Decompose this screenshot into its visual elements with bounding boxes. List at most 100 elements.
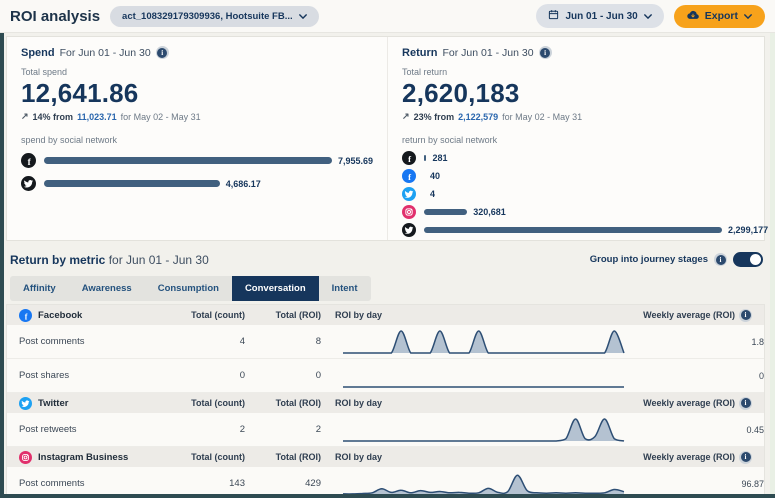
column-header-total-count: Total (count) bbox=[179, 310, 245, 320]
facebook-dark-bar-row: f7,955.69 bbox=[21, 149, 373, 172]
chevron-down-icon bbox=[299, 11, 307, 22]
bar bbox=[424, 155, 426, 161]
tab-consumption[interactable]: Consumption bbox=[145, 276, 232, 301]
table-row: Post shares000 bbox=[7, 359, 764, 393]
info-icon[interactable]: i bbox=[739, 309, 752, 322]
metric-name: Post shares bbox=[19, 370, 179, 381]
metric-name: Post comments bbox=[19, 336, 179, 347]
network-name: fFacebook bbox=[19, 309, 179, 322]
twitter-icon bbox=[19, 397, 32, 410]
info-icon[interactable]: i bbox=[539, 46, 552, 59]
export-label: Export bbox=[705, 10, 738, 22]
twitter-bar-row: 4 bbox=[402, 185, 768, 203]
roi-by-day-sparkline bbox=[341, 415, 626, 445]
weekly-average-value: 0 bbox=[626, 371, 764, 381]
journey-stages-label: Group into journey stages bbox=[590, 254, 708, 265]
return-trend: ↗ 23% from 2,122,579 for May 02 - May 31 bbox=[402, 111, 768, 122]
twitter-dark-bar-row: 2,299,177 bbox=[402, 221, 768, 239]
facebook-dark-icon: f bbox=[402, 151, 416, 165]
account-selector-dropdown[interactable]: act_108329179309936, Hootsuite FB... bbox=[110, 6, 319, 27]
bar-value: 320,681 bbox=[473, 207, 506, 217]
twitter-dark-icon bbox=[402, 223, 416, 237]
spend-return-card: Spend For Jun 01 - Jun 30 i Total spend … bbox=[6, 36, 765, 241]
table-row: Post comments481.8 bbox=[7, 325, 764, 359]
spend-trend: ↗ 14% from 11,023.71 for May 02 - May 31 bbox=[21, 111, 373, 122]
page-title: ROI analysis bbox=[10, 8, 100, 25]
bar-value: 2,299,177 bbox=[728, 225, 768, 235]
column-header-total-roi: Total (ROI) bbox=[245, 398, 321, 408]
return-by-metric-title-bold: Return by metric bbox=[10, 253, 105, 267]
total-return-label: Total return bbox=[402, 67, 768, 77]
spend-previous-value-link[interactable]: 11,023.71 bbox=[77, 112, 117, 122]
trend-up-icon: ↗ bbox=[402, 111, 410, 122]
facebook-bar-row: f40 bbox=[402, 167, 768, 185]
export-download-icon bbox=[687, 10, 699, 23]
total-count-value: 4 bbox=[179, 336, 245, 347]
info-icon[interactable]: i bbox=[739, 451, 752, 464]
instagram-bar-row: 320,681 bbox=[402, 203, 768, 221]
date-range-picker[interactable]: Jun 01 - Jun 30 bbox=[536, 4, 663, 28]
section-header-twitter: TwitterTotal (count)Total (ROI)ROI by da… bbox=[7, 393, 764, 413]
return-bars: f 281 f40 4 320,681 2,299,177 bbox=[402, 149, 768, 239]
info-icon[interactable]: i bbox=[739, 397, 752, 410]
total-spend-value: 12,641.86 bbox=[21, 79, 373, 107]
network-label: Twitter bbox=[38, 398, 68, 409]
network-name: Instagram Business bbox=[19, 451, 179, 464]
calendar-icon bbox=[548, 9, 559, 23]
return-trend-pct: 23% from bbox=[414, 112, 455, 122]
bar-value: 4 bbox=[430, 189, 435, 199]
metric-tabs: AffinityAwarenessConsumptionConversation… bbox=[10, 276, 371, 301]
spend-trend-period: for May 02 - May 31 bbox=[121, 112, 201, 122]
instagram-icon bbox=[402, 205, 416, 219]
info-icon[interactable]: i bbox=[714, 253, 727, 266]
svg-text:f: f bbox=[408, 154, 411, 164]
info-icon[interactable]: i bbox=[156, 46, 169, 59]
facebook-dark-bar-row: f 281 bbox=[402, 149, 768, 167]
return-by-metric-header: Return by metric for Jun 01 - Jun 30 Gro… bbox=[10, 252, 763, 267]
table-row: Post retweets220.45 bbox=[7, 413, 764, 447]
return-by-metric-period: for Jun 01 - Jun 30 bbox=[109, 253, 209, 267]
tab-awareness[interactable]: Awareness bbox=[69, 276, 145, 301]
network-name: Twitter bbox=[19, 397, 179, 410]
column-header-weekly-average: Weekly average (ROI)i bbox=[614, 451, 752, 464]
chevron-down-icon bbox=[744, 10, 752, 22]
total-spend-label: Total spend bbox=[21, 67, 373, 77]
date-range-label: Jun 01 - Jun 30 bbox=[565, 11, 637, 22]
return-previous-value-link[interactable]: 2,122,579 bbox=[458, 112, 498, 122]
column-header-total-roi: Total (ROI) bbox=[245, 452, 321, 462]
section-header-instagram: Instagram BusinessTotal (count)Total (RO… bbox=[7, 447, 764, 467]
tab-intent[interactable]: Intent bbox=[319, 276, 371, 301]
return-header: Return For Jun 01 - Jun 30 i bbox=[402, 46, 768, 59]
bar-value: 281 bbox=[432, 153, 447, 163]
twitter-dark-bar-row: 4,686.17 bbox=[21, 172, 373, 195]
metrics-table: fFacebookTotal (count)Total (ROI)ROI by … bbox=[6, 304, 765, 498]
facebook-dark-icon: f bbox=[21, 153, 36, 168]
return-panel: Return For Jun 01 - Jun 30 i Total retur… bbox=[388, 37, 775, 240]
spend-trend-pct: 14% from bbox=[33, 112, 74, 122]
total-count-value: 0 bbox=[179, 370, 245, 381]
facebook-icon: f bbox=[19, 309, 32, 322]
window-bottom-edge bbox=[0, 494, 775, 498]
weekly-average-value: 0.45 bbox=[626, 425, 764, 435]
metric-name: Post retweets bbox=[19, 424, 179, 435]
bar bbox=[44, 157, 332, 164]
metric-name: Post comments bbox=[19, 478, 179, 489]
bar bbox=[44, 180, 220, 187]
roi-by-day-sparkline bbox=[341, 327, 626, 357]
weekly-average-label: Weekly average (ROI) bbox=[643, 310, 735, 320]
twitter-icon bbox=[402, 187, 416, 201]
total-roi-value: 429 bbox=[245, 478, 321, 489]
account-selector-label: act_108329179309936, Hootsuite FB... bbox=[122, 11, 293, 22]
window-right-edge bbox=[770, 33, 775, 494]
return-trend-period: for May 02 - May 31 bbox=[502, 112, 582, 122]
total-roi-value: 8 bbox=[245, 336, 321, 347]
total-count-value: 2 bbox=[179, 424, 245, 435]
network-label: Instagram Business bbox=[38, 452, 128, 463]
total-roi-value: 0 bbox=[245, 370, 321, 381]
tab-conversation[interactable]: Conversation bbox=[232, 276, 319, 301]
spend-header: Spend For Jun 01 - Jun 30 i bbox=[21, 46, 373, 59]
svg-text:f: f bbox=[25, 312, 28, 321]
export-button[interactable]: Export bbox=[674, 5, 765, 28]
tab-affinity[interactable]: Affinity bbox=[10, 276, 69, 301]
journey-stages-toggle[interactable] bbox=[733, 252, 763, 267]
